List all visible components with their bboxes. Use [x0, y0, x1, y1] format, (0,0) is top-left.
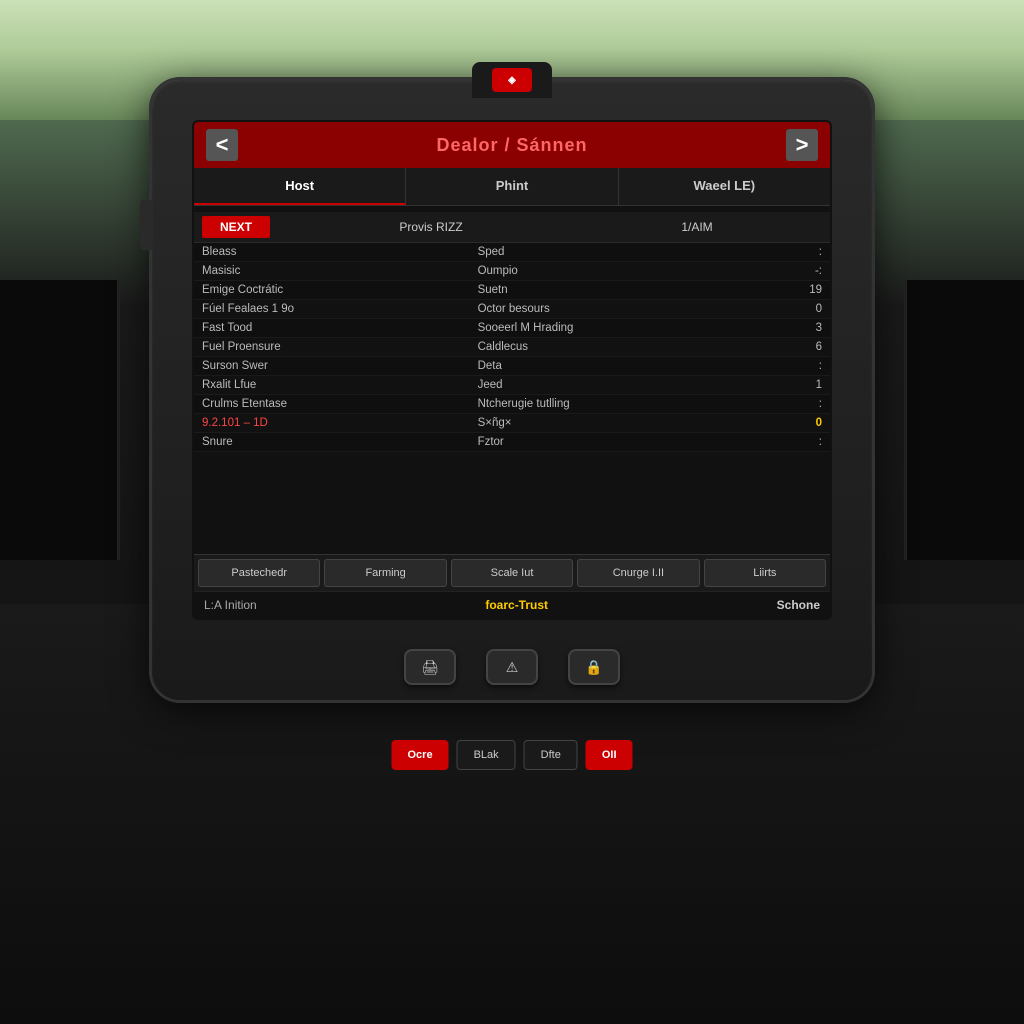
- row-col1: Masisic: [202, 265, 478, 277]
- row-col2: Ntcherugie tutlling: [478, 398, 708, 410]
- key-blak-button[interactable]: BLak: [457, 740, 516, 770]
- row-col1-highlight: 9.2.101 – 1D: [202, 417, 478, 429]
- tab-phint[interactable]: Phint: [406, 168, 618, 205]
- table-row: Bleass Sped :: [194, 243, 830, 262]
- device-shell: ◈ < Dealor / Sánnen > Host Phint Waeel L…: [152, 80, 872, 700]
- right-vent: [904, 280, 1024, 560]
- tab-liirts[interactable]: Liirts: [704, 559, 826, 587]
- row-col3: 3: [707, 322, 822, 334]
- row-col1: Bleass: [202, 246, 478, 258]
- row-col1: Crulms Etentase: [202, 398, 478, 410]
- key-ocre-button[interactable]: Ocre: [391, 740, 448, 770]
- status-left: L:A Inition: [204, 598, 257, 612]
- key-dfte-button[interactable]: Dfte: [524, 740, 578, 770]
- row-col2: Fztor: [478, 436, 708, 448]
- print-icon: 🖨: [421, 659, 439, 676]
- row-col3: :: [707, 436, 822, 448]
- row-col3-highlight: 0: [707, 417, 822, 429]
- row-col3: :: [707, 398, 822, 410]
- row-col3: 19: [707, 284, 822, 296]
- left-vent: [0, 280, 120, 560]
- tab-waeel[interactable]: Waeel LE): [619, 168, 830, 205]
- warning-button[interactable]: ⚠: [486, 649, 538, 685]
- row-col3: -:: [707, 265, 822, 277]
- row-col3: 0: [707, 303, 822, 315]
- row-col1: Emige Coctrátic: [202, 284, 478, 296]
- key-buttons: Ocre BLak Dfte OII: [391, 740, 632, 770]
- main-screen: < Dealor / Sánnen > Host Phint Waeel LE)…: [192, 120, 832, 620]
- status-right: Schone: [777, 598, 820, 612]
- table-row: Fast Tood Sooeerl M Hrading 3: [194, 319, 830, 338]
- table-row: Emige Coctrátic Suetn 19: [194, 281, 830, 300]
- nav-left-button[interactable]: <: [206, 129, 238, 161]
- row-col3: :: [707, 360, 822, 372]
- status-center: foarc-Trust: [485, 598, 548, 612]
- row-col2: S×ñg×: [478, 417, 708, 429]
- tab-cnurge[interactable]: Cnurge I.II: [577, 559, 699, 587]
- table-row: Snure Fztor :: [194, 433, 830, 452]
- device-logo: ◈: [492, 68, 532, 92]
- row-col1: Rxalit Lfue: [202, 379, 478, 391]
- table-row: Fúel Fealaes 1 9o Octor besours 0: [194, 300, 830, 319]
- table-row: Masisic Oumpio -:: [194, 262, 830, 281]
- lock-button[interactable]: 🔒: [568, 649, 620, 685]
- lock-icon: 🔒: [585, 659, 602, 676]
- row-col2: Sped: [478, 246, 708, 258]
- side-button[interactable]: [140, 200, 152, 250]
- status-bar: L:A Inition foarc-Trust Schone: [194, 591, 830, 618]
- row-col2: Caldlecus: [478, 341, 708, 353]
- row-col2: Sooeerl M Hrading: [478, 322, 708, 334]
- table-row: Crulms Etentase Ntcherugie tutlling :: [194, 395, 830, 414]
- device-notch: ◈: [472, 62, 552, 98]
- next-button[interactable]: NEXT: [202, 216, 270, 238]
- table-row: Rxalit Lfue Jeed 1: [194, 376, 830, 395]
- key-oil-button[interactable]: OII: [586, 740, 633, 770]
- print-button[interactable]: 🖨: [404, 649, 456, 685]
- logo-icon: ◈: [508, 75, 516, 86]
- warning-icon: ⚠: [506, 659, 519, 676]
- tab-pastechedr[interactable]: Pastechedr: [198, 559, 320, 587]
- row-col1: Snure: [202, 436, 478, 448]
- screen-title: Dealor / Sánnen: [238, 135, 786, 156]
- tab-farming[interactable]: Farming: [324, 559, 446, 587]
- tab-headers: Host Phint Waeel LE): [194, 168, 830, 206]
- data-table: NEXT Provis RIZZ 1/AIM Bleass Sped : Mas…: [194, 206, 830, 458]
- row-col2: Octor besours: [478, 303, 708, 315]
- row-col2: Oumpio: [478, 265, 708, 277]
- table-row-highlight: 9.2.101 – 1D S×ñg× 0: [194, 414, 830, 433]
- aim-label: 1/AIM: [681, 220, 712, 234]
- row-col3: 1: [707, 379, 822, 391]
- row-col3: 6: [707, 341, 822, 353]
- row-col1: Fuel Proensure: [202, 341, 478, 353]
- row-col3: :: [707, 246, 822, 258]
- bottom-tabs: Pastechedr Farming Scale Iut Cnurge I.II…: [194, 554, 830, 591]
- row-col1: Surson Swer: [202, 360, 478, 372]
- provis-label: Provis RIZZ: [399, 220, 462, 234]
- tab-scale[interactable]: Scale Iut: [451, 559, 573, 587]
- row-col1: Fast Tood: [202, 322, 478, 334]
- row-col2: Jeed: [478, 379, 708, 391]
- table-row: Surson Swer Deta :: [194, 357, 830, 376]
- main-content: NEXT Provis RIZZ 1/AIM Bleass Sped : Mas…: [194, 206, 830, 554]
- table-row: Fuel Proensure Caldlecus 6: [194, 338, 830, 357]
- next-row: NEXT Provis RIZZ 1/AIM: [194, 212, 830, 243]
- row-col1: Fúel Fealaes 1 9o: [202, 303, 478, 315]
- row-col2: Deta: [478, 360, 708, 372]
- row-col2: Suetn: [478, 284, 708, 296]
- title-bar: < Dealor / Sánnen >: [194, 122, 830, 168]
- physical-buttons: 🖨 ⚠ 🔒: [404, 649, 620, 685]
- tab-host[interactable]: Host: [194, 168, 406, 205]
- nav-right-button[interactable]: >: [786, 129, 818, 161]
